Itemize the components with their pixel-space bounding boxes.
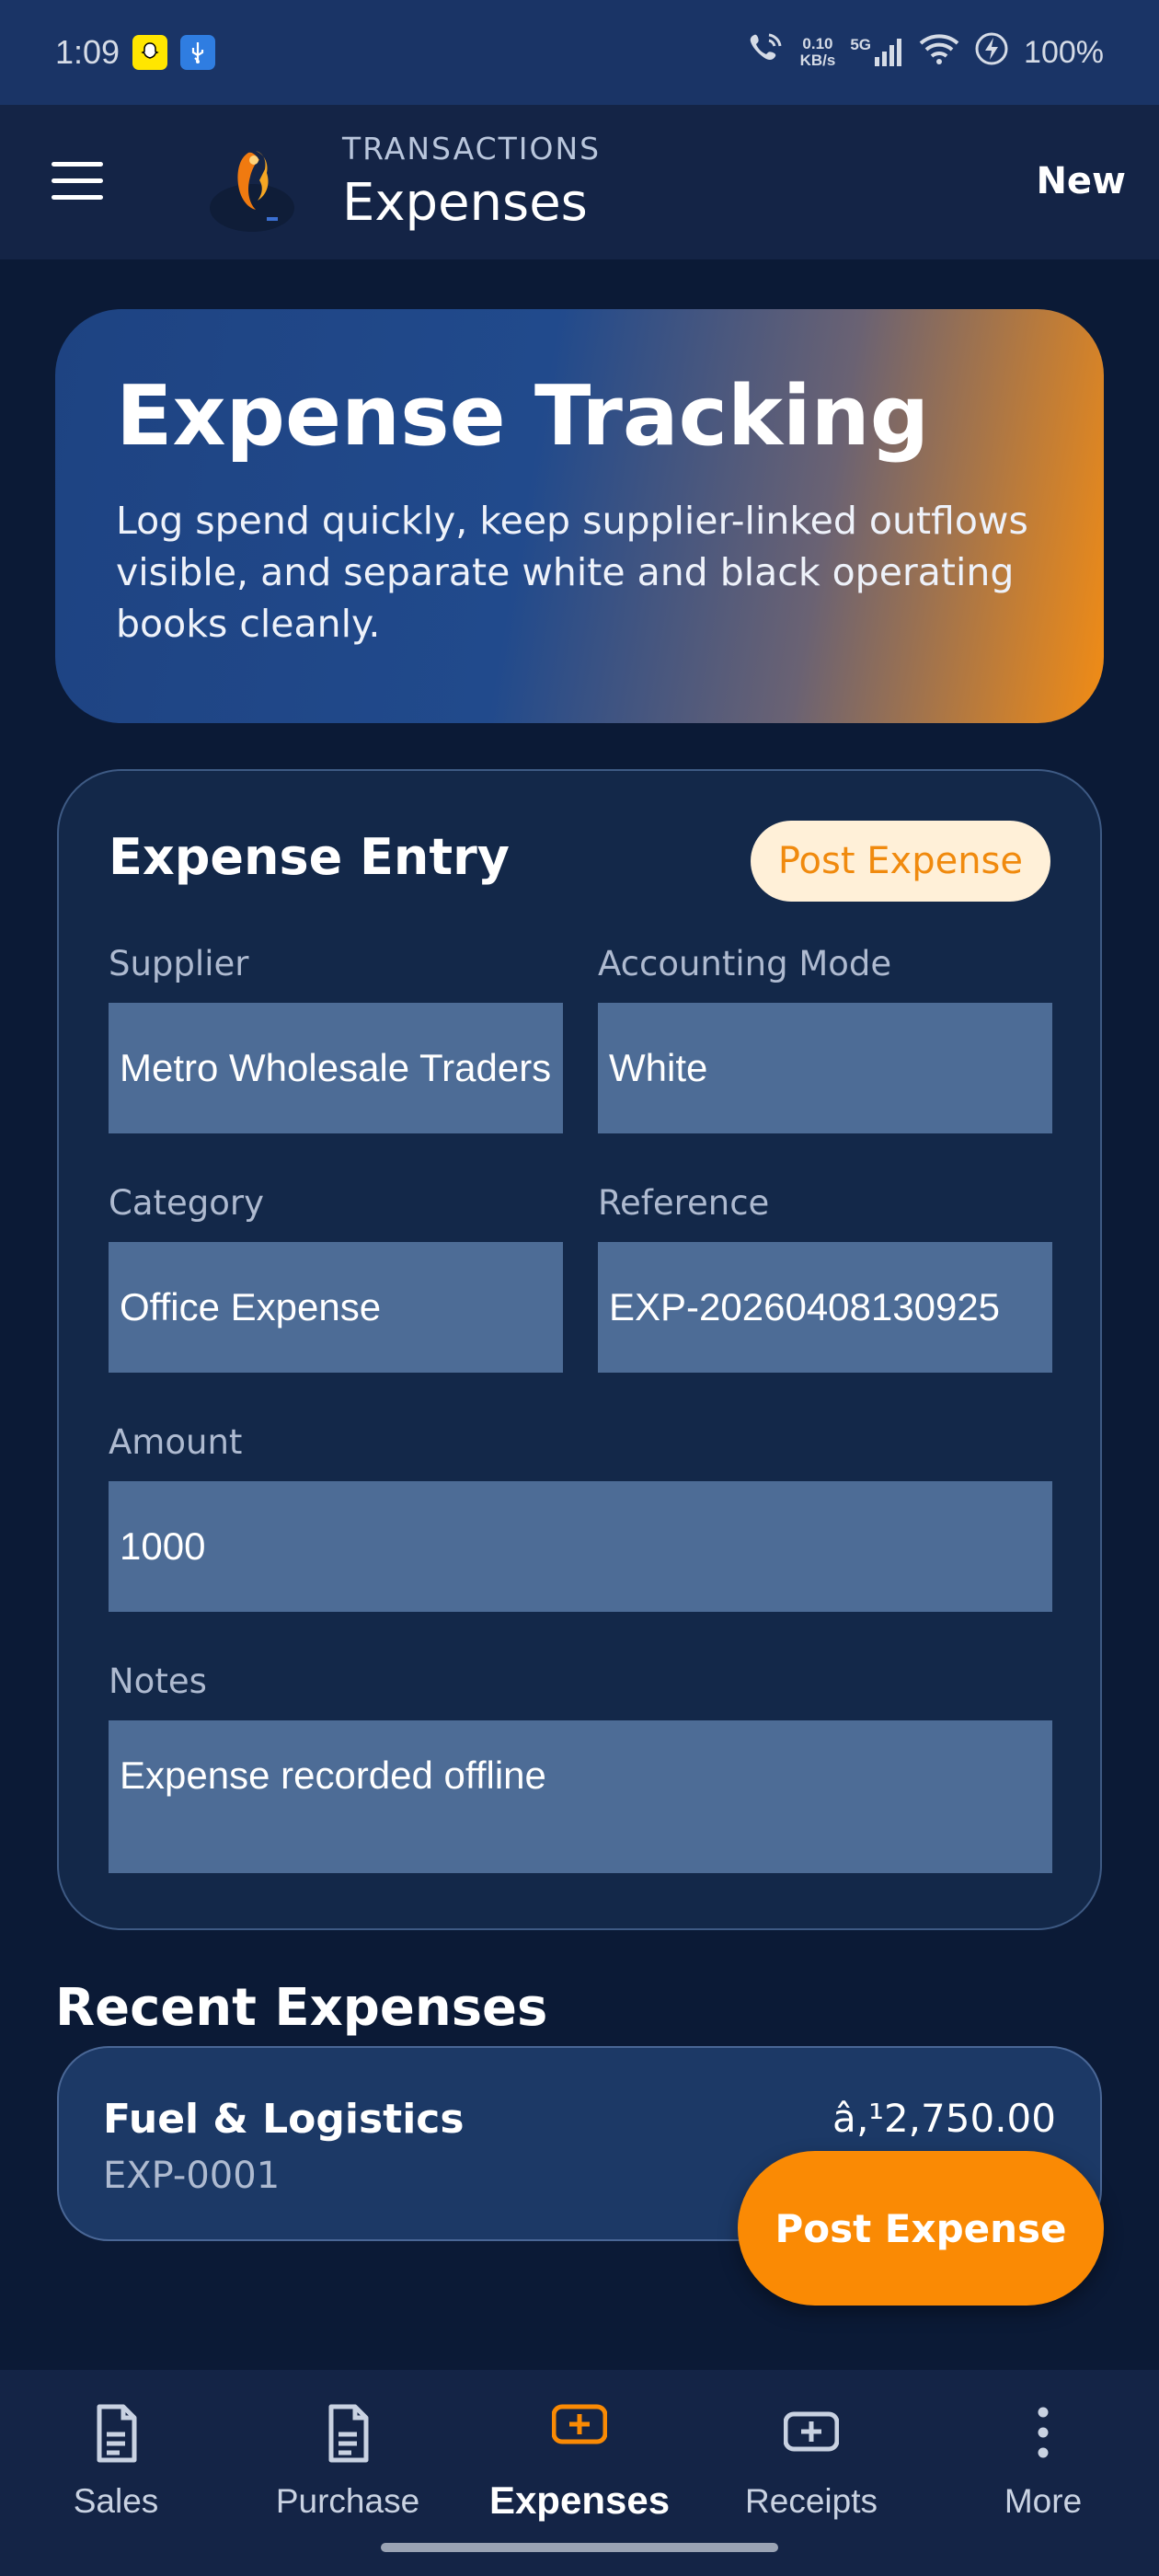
nav-label: Purchase bbox=[275, 2482, 420, 2520]
hero-banner: Expense Tracking Log spend quickly, keep… bbox=[55, 309, 1104, 723]
notes-field[interactable]: Expense recorded offline bbox=[109, 1720, 1052, 1873]
post-expense-chip-button[interactable]: Post Expense bbox=[750, 821, 1050, 902]
category-field[interactable]: Office Expense bbox=[109, 1242, 563, 1373]
category-label: Category bbox=[109, 1183, 265, 1223]
nav-label: Sales bbox=[73, 2482, 159, 2520]
document-icon bbox=[97, 2404, 137, 2463]
charging-icon bbox=[974, 31, 1009, 75]
expense-name: Fuel & Logistics bbox=[103, 2096, 465, 2143]
expense-reference: EXP-0001 bbox=[103, 2155, 281, 2197]
snapchat-icon bbox=[132, 35, 168, 70]
reference-field[interactable]: EXP-20260408130925 bbox=[598, 1242, 1052, 1373]
hero-description: Log spend quickly, keep supplier-linked … bbox=[116, 499, 1028, 646]
status-bar: 1:09 0.10 KB/s 5G 100% bbox=[0, 0, 1159, 105]
wifi-calling-icon bbox=[749, 31, 786, 75]
signal-bars-icon bbox=[875, 39, 902, 66]
reference-label: Reference bbox=[598, 1183, 770, 1223]
app-logo bbox=[195, 134, 315, 241]
status-indicators: 0.10 KB/s 5G 100% bbox=[749, 31, 1104, 75]
amount-label: Amount bbox=[109, 1422, 243, 1462]
more-vertical-icon bbox=[1038, 2407, 1049, 2458]
wifi-icon bbox=[919, 32, 959, 74]
battery-level: 100% bbox=[1024, 34, 1104, 70]
accounting-mode-field[interactable]: White bbox=[598, 1003, 1052, 1133]
cellular-signal: 5G bbox=[850, 37, 904, 68]
nav-label: Receipts bbox=[745, 2482, 878, 2520]
supplier-field[interactable]: Metro Wholesale Traders bbox=[109, 1003, 563, 1133]
speed-unit: KB/s bbox=[799, 52, 836, 69]
appbar-section-label: TRANSACTIONS bbox=[342, 131, 602, 167]
add-box-icon bbox=[552, 2404, 607, 2444]
amount-field[interactable]: 1000 bbox=[109, 1481, 1052, 1612]
network-type: 5G bbox=[850, 36, 872, 53]
speed-value: 0.10 bbox=[802, 35, 833, 52]
status-time: 1:09 bbox=[55, 33, 120, 71]
add-box-icon bbox=[784, 2411, 839, 2452]
app-bar: TRANSACTIONS Expenses New bbox=[0, 105, 1159, 259]
usb-icon bbox=[180, 35, 216, 70]
home-indicator[interactable] bbox=[381, 2543, 778, 2552]
post-expense-fab[interactable]: Post Expense bbox=[738, 2151, 1104, 2306]
menu-icon[interactable] bbox=[52, 162, 103, 201]
page-title: Expenses bbox=[342, 173, 588, 233]
recent-expenses-title: Recent Expenses bbox=[55, 1978, 548, 2038]
entry-title: Expense Entry bbox=[109, 828, 510, 886]
expense-entry-card: Expense Entry Post Expense Supplier Metr… bbox=[57, 769, 1102, 1930]
nav-label: Expenses bbox=[488, 2478, 671, 2522]
new-button[interactable]: New bbox=[1036, 160, 1126, 202]
document-icon bbox=[328, 2404, 369, 2463]
accounting-mode-label: Accounting Mode bbox=[598, 944, 892, 983]
nav-sales[interactable]: Sales bbox=[0, 2370, 232, 2576]
nav-label: More bbox=[1004, 2482, 1083, 2520]
notes-label: Notes bbox=[109, 1662, 207, 1701]
expense-amount: â‚¹2,750.00 bbox=[832, 2096, 1056, 2141]
hero-title: Expense Tracking bbox=[116, 368, 930, 465]
supplier-label: Supplier bbox=[109, 944, 249, 983]
network-speed: 0.10 KB/s bbox=[800, 36, 836, 69]
nav-more[interactable]: More bbox=[927, 2370, 1159, 2576]
